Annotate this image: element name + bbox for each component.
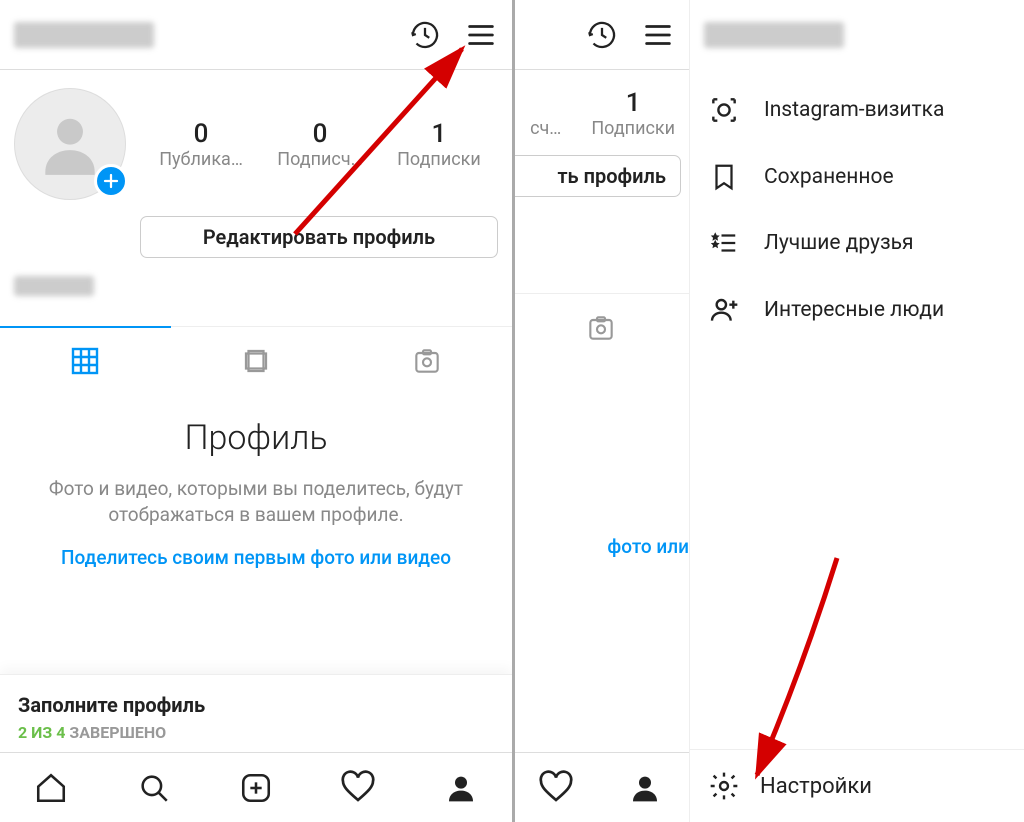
complete-profile-card[interactable]: Заполните профиль 2 ИЗ 4 ЗАВЕРШЕНО [0, 674, 512, 752]
menu-item-saved[interactable]: Сохраненное [690, 144, 1024, 210]
stat-posts-label: Публика… [159, 149, 243, 170]
add-story-badge[interactable] [94, 164, 128, 198]
share-first-link[interactable]: Поделитесь своим первым фото или видео [28, 545, 484, 571]
empty-state: Профиль Фото и видео, которыми вы подели… [0, 394, 512, 571]
empty-description: Фото и видео, которыми вы поделитесь, бу… [28, 476, 484, 527]
tab-tagged[interactable] [512, 294, 689, 361]
tab-grid[interactable] [0, 326, 171, 394]
progress-done: 2 ИЗ 4 [18, 723, 65, 742]
hamburger-menu-icon[interactable] [641, 18, 675, 52]
edit-profile-button[interactable]: Редактировать профиль [140, 216, 498, 258]
share-first-link-partial[interactable]: фото или [512, 535, 689, 558]
complete-profile-progress: 2 ИЗ 4 ЗАВЕРШЕНО [18, 723, 494, 742]
nav-profile[interactable] [601, 753, 690, 822]
menu-item-label: Интересные люди [764, 298, 944, 322]
menu-item-label: Instagram-визитка [764, 98, 944, 122]
close-friends-icon [706, 228, 742, 258]
menu-header-username [690, 0, 1024, 70]
stat-following[interactable]: 1 Подписки [397, 119, 481, 170]
nav-create[interactable] [205, 753, 307, 822]
stat-posts-count: 0 [159, 119, 243, 149]
stat-followers-partial: сч… [530, 88, 561, 139]
hamburger-menu-icon[interactable] [464, 18, 498, 52]
header [0, 0, 512, 70]
profile-tabs [0, 326, 512, 394]
stat-following[interactable]: 1 Подписки [591, 88, 675, 139]
menu-item-label: Сохраненное [764, 165, 894, 189]
progress-rest: ЗАВЕРШЕНО [65, 723, 166, 742]
settings-icon [706, 770, 742, 802]
nav-home[interactable] [0, 753, 102, 822]
profile-header: 0 Публика… 0 Подписч… 1 Подписки [0, 70, 512, 210]
menu-list: Instagram-визитка Сохраненное [690, 70, 1024, 350]
underlay-profile: сч… 1 Подписки ть профиль фото или [512, 0, 689, 822]
edit-profile-button-partial[interactable]: ть профиль [512, 155, 681, 197]
discover-people-icon [706, 294, 742, 326]
nav-activity[interactable] [512, 753, 601, 822]
nav-search[interactable] [102, 753, 204, 822]
stat-followers-count: 0 [277, 119, 362, 149]
menu-item-close-friends[interactable]: Лучшие друзья [690, 210, 1024, 276]
menu-item-settings[interactable]: Настройки [690, 749, 1024, 822]
nav-profile[interactable] [410, 753, 512, 822]
archive-icon[interactable] [585, 18, 619, 52]
stat-followers-label: Подписч… [277, 149, 362, 170]
screenshot-left: 0 Публика… 0 Подписч… 1 Подписки Редакти… [0, 0, 512, 822]
menu-item-label: Лучшие друзья [764, 231, 914, 255]
stat-posts[interactable]: 0 Публика… [159, 119, 243, 170]
complete-profile-title: Заполните профиль [18, 693, 494, 717]
nametag-icon [706, 94, 742, 126]
archive-icon[interactable] [408, 18, 442, 52]
tab-tagged[interactable] [341, 327, 512, 394]
stat-followers[interactable]: 0 Подписч… [277, 119, 362, 170]
side-menu: Instagram-визитка Сохраненное [689, 0, 1024, 822]
menu-settings-label: Настройки [760, 774, 872, 799]
stat-following-label: Подписки [397, 149, 481, 170]
stat-following-count: 1 [397, 119, 481, 149]
bookmark-icon [706, 162, 742, 192]
empty-title: Профиль [28, 418, 484, 458]
menu-item-nametag[interactable]: Instagram-визитка [690, 76, 1024, 144]
panel-divider [512, 0, 515, 822]
display-name [0, 258, 512, 306]
screenshot-right: сч… 1 Подписки ть профиль фото или [512, 0, 1024, 822]
nav-activity[interactable] [307, 753, 409, 822]
tab-feed[interactable] [171, 327, 342, 394]
username[interactable] [14, 18, 386, 52]
avatar[interactable] [14, 88, 136, 200]
bottom-nav [0, 752, 512, 822]
menu-item-discover-people[interactable]: Интересные люди [690, 276, 1024, 344]
stats-row: 0 Публика… 0 Подписч… 1 Подписки [142, 119, 498, 170]
